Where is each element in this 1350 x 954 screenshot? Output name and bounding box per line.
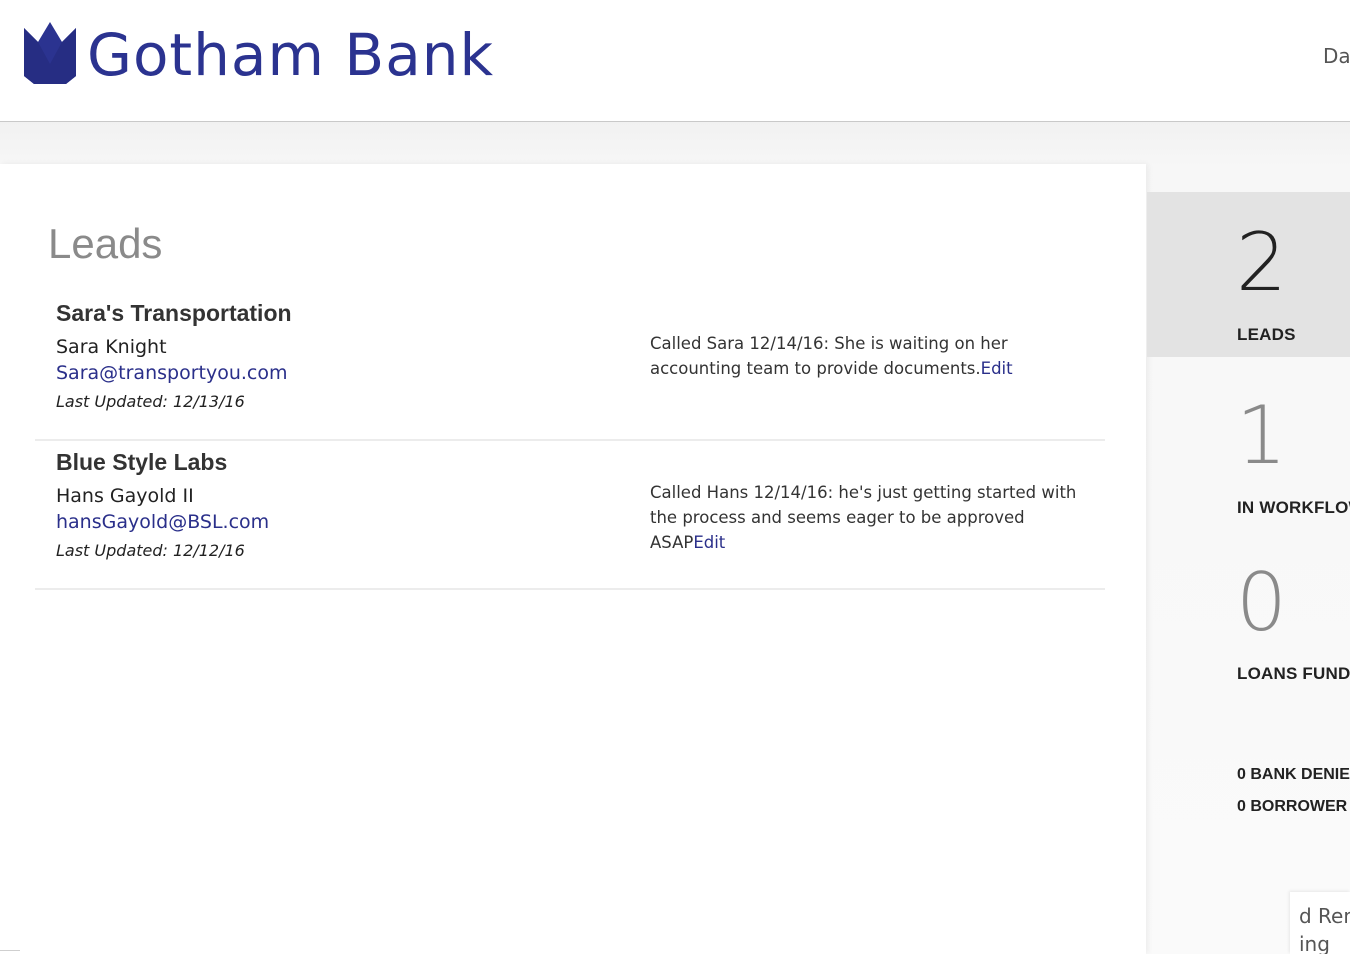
lead-contact-name: Hans Gayold II	[56, 485, 194, 507]
edit-note-link[interactable]: Edit	[981, 359, 1013, 378]
stat-workflow-label[interactable]: IN WORKFLOW	[1237, 498, 1350, 518]
floating-card[interactable]: d Ren ing	[1290, 892, 1350, 954]
nav-link-dashboard[interactable]: Da	[1323, 44, 1350, 68]
lead-email-link[interactable]: hansGayold@BSL.com	[56, 511, 269, 533]
stat-leads-label[interactable]: LEADS	[1237, 325, 1296, 345]
edit-note-link[interactable]: Edit	[693, 533, 725, 552]
stat-funded-label[interactable]: LOANS FUNDED	[1237, 664, 1350, 684]
stat-leads-count: 2	[1236, 216, 1287, 309]
lead-last-updated: Last Updated: 12/13/16	[56, 392, 245, 411]
divider	[0, 950, 20, 951]
stat-workflow-count: 1	[1236, 389, 1287, 482]
lead-company-name[interactable]: Blue Style Labs	[56, 449, 227, 476]
stat-funded-count: 0	[1236, 556, 1287, 649]
bank-logo-icon[interactable]	[22, 20, 78, 86]
lead-row[interactable]: Sara's Transportation Sara Knight Sara@t…	[35, 292, 1105, 441]
lead-contact-name: Sara Knight	[56, 336, 167, 358]
stat-bank-denied[interactable]: 0 BANK DENIED	[1237, 766, 1350, 784]
page-title: Leads	[48, 220, 163, 267]
lead-row[interactable]: Blue Style Labs Hans Gayold II hansGayol…	[35, 441, 1105, 590]
lead-note: Called Sara 12/14/16: She is waiting on …	[650, 331, 1090, 381]
floating-card-text: d Ren ing	[1299, 904, 1350, 954]
lead-note-text: Called Sara 12/14/16: She is waiting on …	[650, 334, 1008, 378]
top-header: Gotham Bank Da	[0, 0, 1350, 122]
lead-note: Called Hans 12/14/16: he's just getting …	[650, 480, 1090, 555]
lead-last-updated: Last Updated: 12/12/16	[56, 541, 245, 560]
stat-borrower[interactable]: 0 BORROWER	[1237, 798, 1347, 816]
lead-email-link[interactable]: Sara@transportyou.com	[56, 362, 287, 384]
leads-card: Leads Sara's Transportation Sara Knight …	[0, 164, 1146, 954]
lead-company-name[interactable]: Sara's Transportation	[56, 300, 292, 327]
brand-name[interactable]: Gotham Bank	[87, 18, 494, 92]
